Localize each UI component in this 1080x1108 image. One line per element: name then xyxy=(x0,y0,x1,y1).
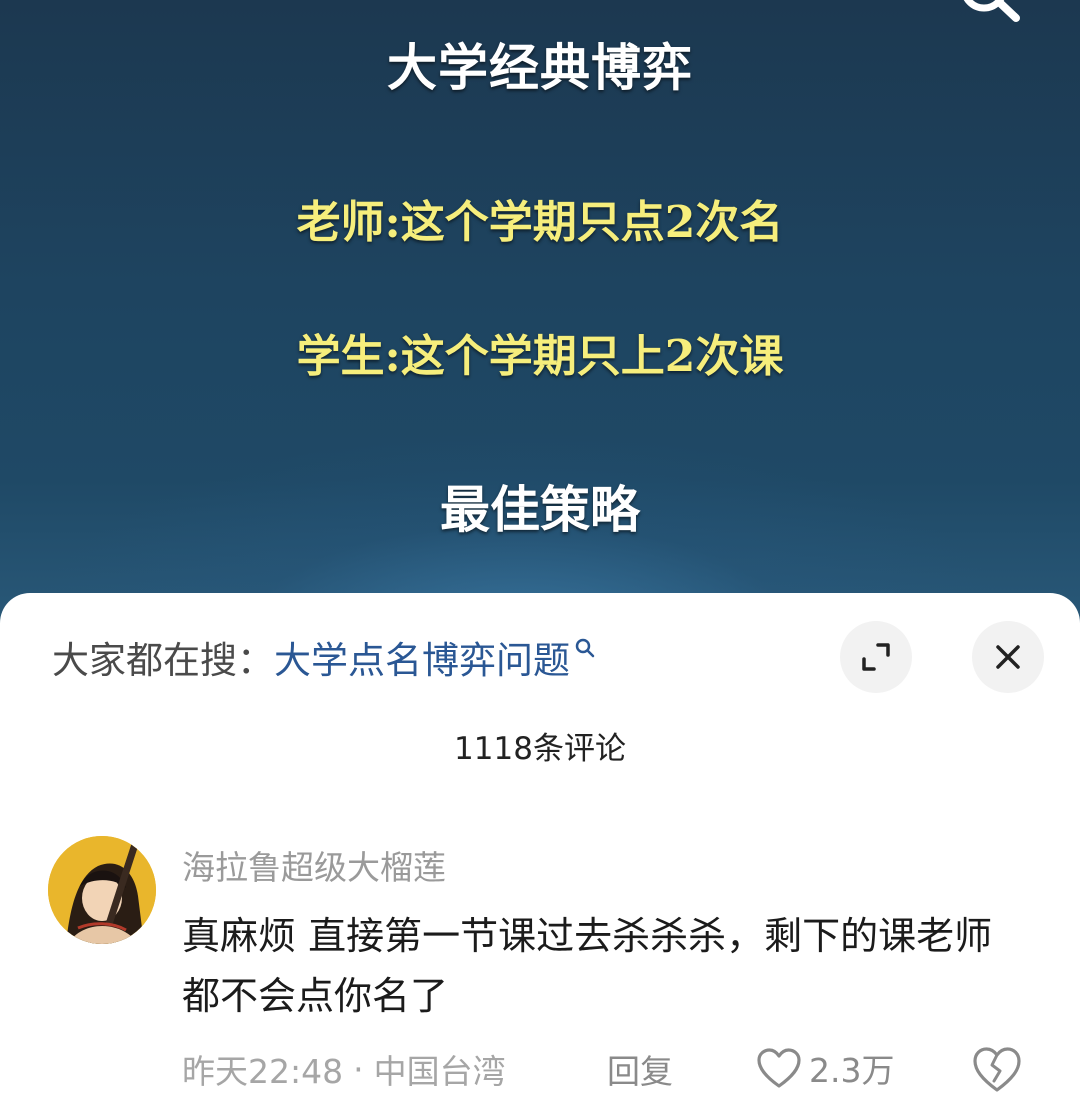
video-line-teacher: 老师:这个学期只点2次名 xyxy=(296,197,784,248)
video-area[interactable]: 大学经典博弈 老师:这个学期只点2次名 学生:这个学期只上2次课 最佳策略 xyxy=(0,0,1080,640)
comment-text: 真麻烦 直接第一节课过去杀杀杀，剩下的课老师都不会点你名了 xyxy=(182,914,993,1018)
video-strategy-text: 最佳策略 xyxy=(440,480,640,539)
reply-button[interactable]: 回复 xyxy=(607,1047,673,1091)
close-icon xyxy=(996,645,1020,669)
suggested-search-prefix: 大家都在搜： xyxy=(52,639,274,682)
comment-time: 昨天22:48 xyxy=(182,1052,344,1091)
heart-icon xyxy=(757,1048,801,1088)
comment-username[interactable]: 海拉鲁超级大榴莲 xyxy=(182,841,446,889)
expand-icon xyxy=(862,643,890,671)
meta-separator: · xyxy=(353,1049,364,1089)
comment-meta: 昨天22:48 · 中国台湾 xyxy=(182,1047,506,1092)
comment-count: 1118条评论 xyxy=(454,731,626,767)
comment-sheet: 大家都在搜： 大学点名博弈问题 1118条评论 海拉鲁超级大榴莲 真麻烦 直接第… xyxy=(0,593,1080,1108)
video-line-student: 学生:这个学期只上2次课 xyxy=(296,331,784,382)
expand-button[interactable] xyxy=(840,621,912,693)
like-button[interactable]: 2.3万 xyxy=(755,1041,894,1095)
comment-location: 中国台湾 xyxy=(373,1052,506,1091)
search-icon xyxy=(575,638,595,658)
close-button[interactable] xyxy=(972,621,1044,693)
suggested-search[interactable]: 大家都在搜： 大学点名博弈问题 xyxy=(52,629,596,685)
broken-heart-icon[interactable] xyxy=(970,1043,1024,1095)
suggested-search-link[interactable]: 大学点名博弈问题 xyxy=(274,630,570,684)
like-count: 2.3万 xyxy=(809,1051,895,1090)
avatar[interactable] xyxy=(48,836,156,944)
video-title: 大学经典博弈 xyxy=(387,38,693,97)
